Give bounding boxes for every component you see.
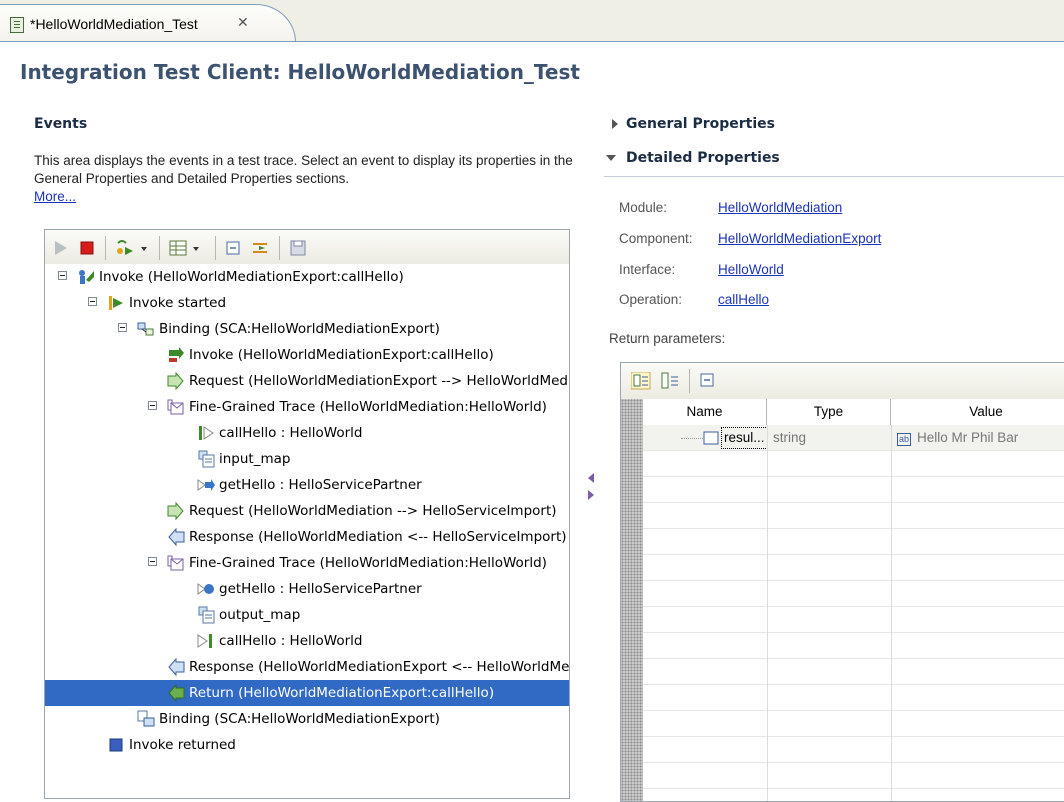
column-header-name[interactable]: Name — [643, 399, 767, 425]
column-header-type[interactable]: Type — [767, 399, 891, 425]
events-description: This area displays the events in a test … — [34, 152, 579, 206]
tree-row-request[interactable]: Request (HelloWorldMediationExport --> H… — [45, 368, 569, 394]
table-icon[interactable] — [169, 239, 205, 257]
param-value-cell[interactable]: Hello Mr Phil Bar — [917, 425, 1018, 451]
fine-grained-trace-icon — [167, 399, 184, 415]
row-header-gutter — [621, 399, 643, 801]
component-value-link[interactable]: HelloWorldMediationExport — [718, 231, 881, 246]
interface-value-link[interactable]: HelloWorld — [718, 262, 784, 277]
collapse-icon[interactable] — [699, 372, 717, 390]
tree-row-callhello-output[interactable]: callHello : HelloWorld — [45, 628, 569, 654]
param-name-cell[interactable]: resul... — [721, 427, 768, 449]
more-link[interactable]: More... — [34, 189, 76, 204]
param-type-cell[interactable]: string — [773, 425, 806, 451]
return-icon — [168, 684, 185, 702]
table-row[interactable]: resul... string ab Hello Mr Phil Bar — [643, 425, 1064, 451]
editor-tab-label: *HelloWorldMediation_Test — [30, 16, 198, 32]
invoke-returned-icon — [109, 738, 123, 752]
response-icon — [168, 658, 185, 676]
collapse-left-icon[interactable] — [588, 473, 594, 483]
close-icon[interactable]: ✕ — [237, 15, 249, 31]
callout-icon — [197, 479, 215, 491]
events-tree: Invoke (HelloWorldMediationExport:callHe… — [45, 264, 569, 798]
column-header-value[interactable]: Value — [891, 399, 1064, 425]
response-icon — [168, 528, 185, 546]
tree-row-invoke-export[interactable]: Invoke (HelloWorldMediationExport:callHe… — [45, 342, 569, 368]
tree-row-binding[interactable]: Binding (SCA:HelloWorldMediationExport) — [45, 316, 569, 342]
request-icon — [167, 502, 184, 520]
map-icon — [198, 606, 215, 624]
tree-row-invoke-returned[interactable]: Invoke returned — [45, 732, 569, 758]
events-description-text: This area displays the events in a test … — [34, 153, 573, 186]
tree-row-invoke-started[interactable]: Invoke started — [45, 290, 569, 316]
tree-row-invoke[interactable]: Invoke (HelloWorldMediationExport:callHe… — [45, 264, 569, 290]
stop-icon[interactable] — [79, 239, 95, 257]
test-editor-icon — [10, 17, 24, 33]
detailed-properties-title[interactable]: Detailed Properties — [626, 150, 780, 166]
save-icon[interactable] — [289, 239, 307, 257]
collapse-toggle-icon[interactable] — [118, 323, 127, 332]
string-value-icon: ab — [897, 433, 912, 446]
general-properties-title[interactable]: General Properties — [626, 116, 775, 132]
filter-icon[interactable] — [251, 239, 271, 257]
table-header: Name Type Value — [643, 399, 1064, 426]
collapse-toggle-icon[interactable] — [88, 297, 97, 306]
tree-row-callhello-input[interactable]: callHello : HelloWorld — [45, 420, 569, 446]
input-node-icon — [199, 426, 214, 440]
page-title: Integration Test Client: HelloWorldMedia… — [20, 60, 580, 84]
collapse-toggle-icon[interactable] — [148, 557, 157, 566]
output-node-icon — [197, 634, 212, 648]
tree-row-fine-grained-trace[interactable]: Fine-Grained Trace (HelloWorldMediation:… — [45, 550, 569, 576]
module-label: Module: — [619, 200, 668, 215]
invoke-arrow-icon — [169, 347, 184, 362]
module-value-link[interactable]: HelloWorldMediation — [718, 200, 842, 215]
interface-label: Interface: — [619, 262, 676, 277]
tree-row-response-import[interactable]: Response (HelloWorldMediation <-- HelloS… — [45, 524, 569, 550]
request-icon — [167, 372, 184, 390]
parameter-icon — [703, 431, 719, 445]
editor-tab-bar: *HelloWorldMediation_Test ✕ — [0, 0, 1064, 42]
callout-response-icon — [197, 583, 214, 595]
binding-icon — [137, 322, 154, 336]
return-parameters-toolbar — [621, 363, 1064, 399]
return-parameters-label: Return parameters: — [609, 331, 726, 346]
events-section-title: Events — [34, 116, 88, 132]
tree-row-request-import[interactable]: Request (HelloWorldMediation --> HelloSe… — [45, 498, 569, 524]
component-label: Component: — [619, 231, 693, 246]
editor-view-icon[interactable] — [631, 372, 651, 390]
invoke-person-icon — [79, 270, 94, 284]
binding-end-icon — [137, 710, 155, 727]
events-toolbar — [45, 230, 569, 264]
operation-value-link[interactable]: callHello — [718, 292, 769, 307]
tree-row-gethello-callout[interactable]: getHello : HelloServicePartner — [45, 472, 569, 498]
tree-view-icon[interactable] — [661, 372, 681, 390]
expand-general-properties-icon[interactable] — [612, 119, 618, 129]
fine-grained-trace-icon — [167, 555, 184, 571]
emulate-icon[interactable] — [115, 239, 151, 257]
collapse-toggle-icon[interactable] — [148, 401, 157, 410]
collapse-all-icon[interactable] — [225, 239, 243, 257]
tree-row-output-map[interactable]: output_map — [45, 602, 569, 628]
tree-row-gethello-response[interactable]: getHello : HelloServicePartner — [45, 576, 569, 602]
tree-row-binding-end[interactable]: Binding (SCA:HelloWorldMediationExport) — [45, 706, 569, 732]
collapse-toggle-icon[interactable] — [58, 271, 67, 280]
tree-row-response-export[interactable]: Response (HelloWorldMediationExport <-- … — [45, 654, 569, 680]
return-parameters-table: Name Type Value resul... string ab Hello… — [620, 362, 1064, 802]
map-icon — [198, 450, 215, 468]
expand-right-icon[interactable] — [588, 490, 594, 500]
collapse-detailed-properties-icon[interactable] — [606, 155, 616, 161]
tree-row-return[interactable]: Return (HelloWorldMediationExport:callHe… — [45, 680, 569, 706]
invoke-started-icon — [109, 296, 123, 310]
play-icon[interactable] — [53, 239, 69, 257]
tree-row-fine-grained-trace[interactable]: Fine-Grained Trace (HelloWorldMediation:… — [45, 394, 569, 420]
tree-row-input-map[interactable]: input_map — [45, 446, 569, 472]
operation-label: Operation: — [619, 292, 683, 307]
events-tree-panel: Invoke (HelloWorldMediationExport:callHe… — [44, 229, 570, 799]
editor-tab[interactable]: *HelloWorldMediation_Test ✕ — [0, 4, 296, 42]
